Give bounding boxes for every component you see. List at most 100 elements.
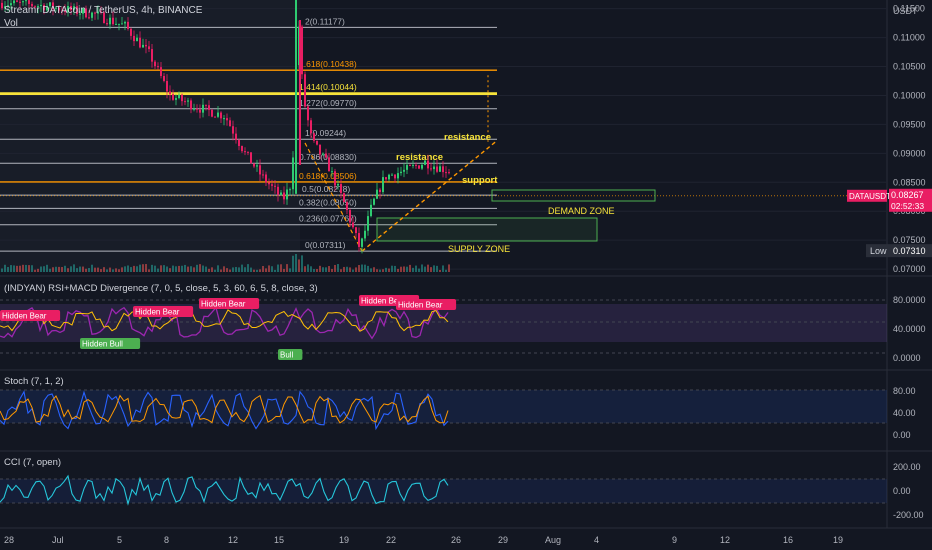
candle-body bbox=[112, 17, 114, 25]
volume-bar bbox=[58, 266, 60, 272]
volume-bar bbox=[4, 264, 6, 272]
volume-bar bbox=[217, 265, 219, 272]
volume-bar bbox=[100, 269, 102, 272]
candle-body bbox=[421, 164, 423, 169]
candle-body bbox=[280, 192, 282, 195]
time-tick-label: 22 bbox=[386, 535, 396, 545]
volume-bar bbox=[322, 267, 324, 272]
low-value: 0.07310 bbox=[893, 246, 926, 256]
volume-bar bbox=[289, 268, 291, 272]
volume-bar bbox=[49, 268, 51, 272]
candle-body bbox=[238, 140, 240, 147]
volume-bar bbox=[373, 267, 375, 272]
volume-bar bbox=[13, 265, 15, 272]
volume-bar bbox=[391, 265, 393, 272]
time-tick-label: 29 bbox=[498, 535, 508, 545]
rsi-pane-title: (INDYAN) RSI+MACD Divergence (7, 0, 5, c… bbox=[4, 283, 318, 294]
volume-bar bbox=[172, 265, 174, 272]
candle-body bbox=[274, 185, 276, 187]
volume-bar bbox=[226, 268, 228, 272]
volume-bar bbox=[430, 267, 432, 272]
volume-bar bbox=[355, 267, 357, 272]
time-tick-label: Aug bbox=[545, 535, 561, 545]
time-tick-label: 15 bbox=[274, 535, 284, 545]
candle-body bbox=[268, 182, 270, 185]
candle-body bbox=[118, 23, 120, 25]
candle-body bbox=[175, 98, 177, 100]
volume-bar bbox=[163, 265, 165, 272]
volume-bar bbox=[268, 265, 270, 272]
volume-bar bbox=[220, 269, 222, 272]
candle-body bbox=[283, 192, 285, 200]
candle-body bbox=[253, 163, 255, 167]
volume-bar bbox=[358, 265, 360, 272]
candle-body bbox=[337, 184, 339, 186]
candle-body bbox=[412, 164, 414, 166]
volume-bar bbox=[73, 264, 75, 272]
candle-body bbox=[265, 174, 267, 183]
volume-bar bbox=[421, 264, 423, 272]
candle-body bbox=[328, 157, 330, 172]
fib-level-label: 0.236(0.07767) bbox=[299, 214, 357, 224]
candle-body bbox=[127, 21, 129, 29]
candle-body bbox=[244, 151, 246, 153]
candle-body bbox=[415, 164, 417, 166]
volume-bar bbox=[121, 267, 123, 272]
countdown-badge: 02:52:33 bbox=[891, 201, 924, 211]
candle-body bbox=[346, 202, 348, 211]
volume-bar bbox=[406, 266, 408, 272]
volume-bar bbox=[433, 265, 435, 272]
candle-body bbox=[19, 1, 21, 3]
volume-bar bbox=[76, 268, 78, 272]
candle-body bbox=[361, 238, 363, 247]
candle-body bbox=[145, 44, 147, 47]
volume-bar bbox=[97, 267, 99, 272]
volume-bar bbox=[10, 265, 12, 272]
candle-body bbox=[325, 153, 327, 158]
time-tick-label: 12 bbox=[228, 535, 238, 545]
volume-bar bbox=[241, 264, 243, 272]
volume-label: Vol bbox=[4, 18, 18, 29]
stoch-tick-label: 80.00 bbox=[893, 386, 916, 396]
volume-bar bbox=[115, 268, 117, 272]
cci-pane-title: CCI (7, open) bbox=[4, 457, 62, 468]
candle-body bbox=[193, 108, 195, 110]
candle-body bbox=[391, 174, 393, 176]
candle-body bbox=[22, 1, 24, 3]
volume-bar bbox=[136, 266, 138, 272]
candle-body bbox=[358, 233, 360, 247]
candle-body bbox=[409, 165, 411, 167]
symbol-title: Streamr DATAcoin / TetherUS, 4h, BINANCE bbox=[4, 5, 203, 16]
candle-body bbox=[115, 23, 117, 25]
volume-bar bbox=[337, 264, 339, 272]
time-tick-label: 16 bbox=[783, 535, 793, 545]
volume-bar bbox=[67, 268, 69, 272]
time-tick-label: 28 bbox=[4, 535, 14, 545]
candle-body bbox=[154, 61, 156, 67]
candle-body bbox=[247, 151, 249, 153]
volume-bar bbox=[415, 265, 417, 272]
rsi-tick-label: 80.0000 bbox=[893, 295, 926, 305]
volume-bar bbox=[61, 267, 63, 272]
divergence-label: Hidden Bear bbox=[398, 301, 443, 310]
volume-bar bbox=[85, 268, 87, 272]
divergence-label: Hidden Bear bbox=[201, 300, 246, 309]
chart-canvas[interactable]: 0.115000.110000.105000.100000.095000.090… bbox=[0, 0, 932, 550]
volume-bar bbox=[394, 265, 396, 272]
cci-tick-label: -200.00 bbox=[893, 510, 924, 520]
time-tick-label: 12 bbox=[720, 535, 730, 545]
candle-body bbox=[160, 67, 162, 76]
candle-body bbox=[286, 189, 288, 200]
volume-bar bbox=[331, 268, 333, 272]
candle-body bbox=[307, 106, 309, 121]
candle-body bbox=[235, 133, 237, 141]
shaded-region bbox=[0, 0, 300, 272]
volume-bar bbox=[292, 255, 294, 272]
volume-bar bbox=[274, 269, 276, 272]
divergence-label: Hidden Bear bbox=[135, 308, 180, 317]
candle-body bbox=[385, 177, 387, 180]
volume-bar bbox=[79, 266, 81, 272]
divergence-label: Hidden Bull bbox=[82, 340, 123, 349]
volume-bar bbox=[439, 269, 441, 272]
candle-body bbox=[271, 184, 273, 186]
